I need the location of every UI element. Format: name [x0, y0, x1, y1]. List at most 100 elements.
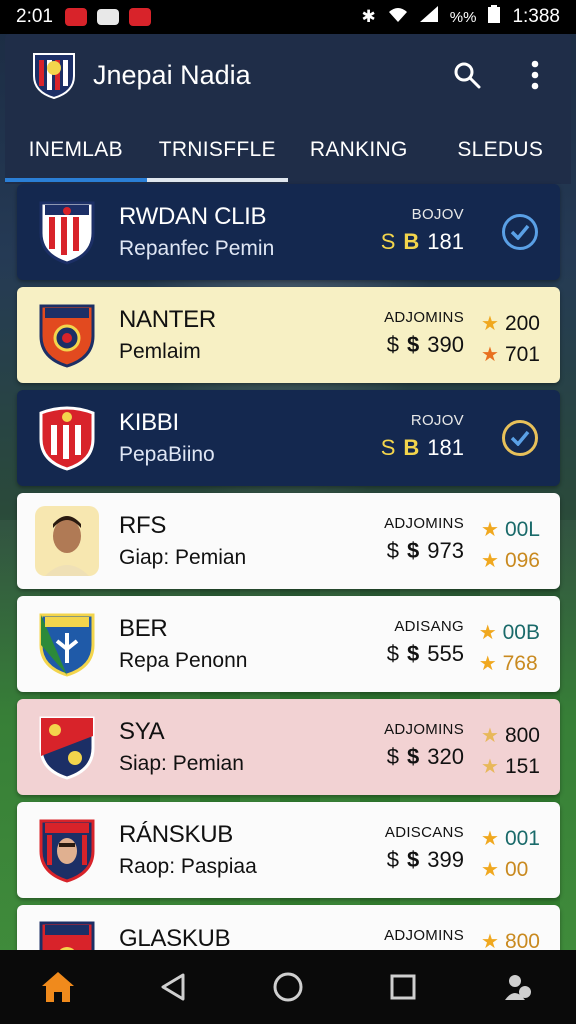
club-name: RÁNSKUB	[119, 821, 233, 848]
rating-stats: ★ 00B ★ 768	[479, 620, 540, 676]
star-icon: ★	[481, 519, 499, 541]
price-label: ADISCANS	[384, 824, 464, 841]
list-item[interactable]: RÁNSKUB Raop: Paspiaa ADISCANS $ $ 399 ★…	[17, 802, 560, 898]
price-label: ROJOV	[410, 412, 464, 429]
stat-value: 701	[504, 342, 540, 366]
club-subtitle: Pemlaim	[119, 340, 201, 363]
price-amount: 973	[427, 538, 464, 563]
status-clock-right: 1:388	[512, 6, 560, 27]
profile-button[interactable]	[496, 965, 540, 1009]
price-value: S B 181	[381, 229, 464, 255]
club-subtitle: Repanfec Pemin	[119, 237, 275, 260]
club-crest-icon	[39, 406, 95, 471]
price-amount: 181	[427, 229, 464, 254]
list-item[interactable]: SYA Siap: Pemian ADJOMINS $ $ 320 ★ 800 ★…	[17, 699, 560, 795]
club-names: RWDAN CLIB Repanfec Pemin	[119, 203, 274, 261]
club-crest-icon	[39, 201, 95, 265]
stat-value: 096	[504, 548, 540, 572]
currency-symbol: $	[386, 641, 400, 666]
rating-stats: ★ 00L ★ 096	[481, 517, 540, 573]
list-item[interactable]: BER Repa Penonn ADISANG $ $ 555 ★ 00B ★ 76…	[17, 596, 560, 692]
recents-icon	[390, 974, 416, 1000]
home-circle-button[interactable]	[266, 965, 310, 1009]
app-title: Jnepai Nadia	[93, 59, 251, 90]
club-crest-icon	[39, 304, 95, 368]
tab-trnisffle[interactable]: TRNISFFLE	[147, 116, 289, 184]
recents-button[interactable]	[381, 965, 425, 1009]
club-name: GLASKUB	[119, 925, 231, 952]
price-block: BOJOV S B 181	[381, 206, 464, 255]
star-icon: ★	[481, 756, 499, 778]
club-names: SYA Siap: Pemian	[119, 718, 244, 776]
check-icon	[510, 430, 530, 446]
star-icon: ★	[478, 653, 497, 675]
club-subtitle: Siap: Pemian	[119, 752, 244, 775]
navigation-bar	[0, 950, 576, 1024]
check-icon	[510, 224, 530, 240]
list-item[interactable]: KIBBI PepaBiino ROJOV S B 181	[17, 390, 560, 486]
list-item[interactable]: NANTER Pemlaim ADJOMINS $ $ 390 ★ 200 ★ 70…	[17, 287, 560, 383]
currency-symbol: B	[403, 229, 420, 254]
price-block: ADJOMINS $ $ 973	[384, 515, 464, 564]
tab-ranking[interactable]: RANKING	[288, 116, 430, 184]
status-time: 2:01	[16, 6, 53, 27]
price-block: ADISANG $ $ 555	[387, 618, 464, 667]
select-check-button[interactable]	[502, 214, 538, 250]
stat-value: 200	[504, 311, 540, 335]
price-block: ADJOMINS	[384, 927, 464, 944]
price-amount: 555	[427, 641, 464, 666]
stat-value: 00L	[504, 517, 540, 541]
status-right: ✱ %% 1:388	[362, 5, 560, 29]
list-item[interactable]: RFS Giap: Pemian ADJOMINS $ $ 973 ★ 00L ★…	[17, 493, 560, 589]
club-subtitle: Raop: Paspiaa	[119, 855, 257, 878]
price-label: ADJOMINS	[384, 515, 464, 532]
stat-value: 001	[504, 826, 540, 850]
tab-inemlab[interactable]: INEMLAB	[5, 116, 147, 184]
stat-value: 800	[504, 723, 540, 747]
price-value: $ $ 555	[387, 641, 464, 667]
star-icon: ★	[478, 622, 497, 644]
club-crest-icon	[39, 613, 95, 677]
price-label: ADJOMINS	[384, 927, 464, 944]
price-amount: 390	[427, 332, 464, 357]
price-value: $ $ 390	[387, 332, 464, 358]
stat-value: 768	[502, 651, 538, 675]
profile-icon	[505, 975, 532, 1000]
club-name: SYA	[119, 718, 165, 745]
club-name: NANTER	[119, 306, 216, 333]
signal-text: %%	[449, 8, 477, 26]
home-circle-icon	[273, 972, 303, 1002]
club-name: KIBBI	[119, 409, 179, 436]
star-icon: ★	[481, 828, 499, 850]
price-value: $ $ 399	[387, 847, 464, 873]
price-value: $ $ 973	[387, 538, 464, 564]
back-button[interactable]	[151, 965, 195, 1009]
home-button[interactable]	[36, 965, 80, 1009]
wifi-icon	[388, 7, 408, 28]
more-options-button[interactable]	[519, 59, 551, 91]
list-item[interactable]: RWDAN CLIB Repanfec Pemin BOJOV S B 181	[17, 184, 560, 280]
stat-value: 151	[504, 754, 540, 778]
currency-symbol: $	[407, 847, 420, 872]
club-names: RFS Giap: Pemian	[119, 512, 246, 570]
search-button[interactable]	[451, 59, 483, 91]
club-names: RÁNSKUB Raop: Paspiaa	[119, 821, 257, 879]
home-icon	[41, 972, 74, 1002]
player-avatar	[35, 506, 99, 576]
currency-symbol: $	[407, 641, 420, 666]
price-label: ADJOMINS	[384, 309, 464, 326]
notification-app-icon	[64, 8, 87, 26]
tab-indicator-left	[5, 178, 147, 182]
currency-symbol: $	[407, 744, 420, 769]
club-subtitle: Giap: Pemian	[119, 546, 247, 569]
tab-sledus[interactable]: SLEDUS	[430, 116, 572, 184]
select-check-button[interactable]	[502, 420, 538, 456]
bluetooth-icon: ✱	[361, 7, 376, 26]
tab-indicator-active	[146, 178, 288, 182]
header-row: Jnepai Nadia	[5, 34, 571, 116]
club-logo-icon	[33, 53, 75, 100]
currency-symbol: $	[386, 847, 400, 872]
star-icon: ★	[481, 313, 499, 335]
club-name: RFS	[119, 512, 167, 539]
price-block: ROJOV S B 181	[381, 412, 464, 461]
